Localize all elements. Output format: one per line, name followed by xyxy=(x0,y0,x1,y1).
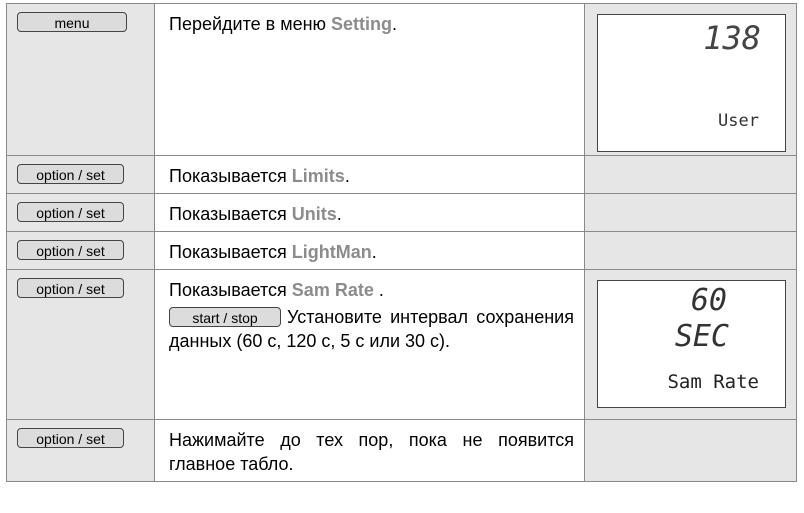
option-set-button[interactable]: option / set xyxy=(17,240,124,260)
display-cell: 138 User xyxy=(584,3,797,156)
display-cell: 60 SEC Sam Rate xyxy=(584,269,797,420)
menu-name: LightMan xyxy=(291,242,372,262)
menu-button[interactable]: menu xyxy=(17,12,127,32)
menu-name: Limits xyxy=(291,166,345,186)
lcd-label: Sam Rate xyxy=(667,371,759,393)
table-row: option / set Показывается LightMan. xyxy=(6,231,797,270)
key-cell: option / set xyxy=(6,193,155,232)
instruction-cell: Показывается Units. xyxy=(154,193,585,232)
lcd-unit: SEC xyxy=(674,319,729,354)
menu-name: Sam Rate xyxy=(291,280,374,300)
instruction-cell: Показывается Limits. xyxy=(154,155,585,194)
key-cell: option / set xyxy=(6,155,155,194)
option-set-button[interactable]: option / set xyxy=(17,164,124,184)
display-cell xyxy=(584,193,797,232)
lcd-label: User xyxy=(718,111,759,131)
instruction-cell: Перейдите в меню Setting. xyxy=(154,3,585,156)
instruction-cell: Показывается Sam Rate . start / stop Уста… xyxy=(154,269,585,420)
instruction-table: menu Перейдите в меню Setting. 138 User … xyxy=(6,3,797,482)
option-set-button[interactable]: option / set xyxy=(17,202,124,222)
start-stop-button[interactable]: start / stop xyxy=(169,307,281,327)
key-cell: option / set xyxy=(6,419,155,482)
lcd-value: 60 xyxy=(690,283,727,318)
key-cell: option / set xyxy=(6,269,155,420)
menu-name: Units xyxy=(291,204,337,224)
table-row: menu Перейдите в меню Setting. 138 User xyxy=(6,3,797,156)
menu-name: Setting xyxy=(331,14,393,34)
key-cell: menu xyxy=(6,3,155,156)
option-set-button[interactable]: option / set xyxy=(17,278,124,298)
instruction-text: Нажимайте до тех пор, пока не появится г… xyxy=(169,430,574,474)
display-cell xyxy=(584,155,797,194)
display-cell xyxy=(584,231,797,270)
lcd-display: 138 User xyxy=(597,14,786,152)
table-row: option / set Показывается Units. xyxy=(6,193,797,232)
table-row: option / set Показывается Sam Rate . sta… xyxy=(6,269,797,420)
display-cell xyxy=(584,419,797,482)
table-row: option / set Нажимайте до тех пор, пока … xyxy=(6,419,797,482)
key-cell: option / set xyxy=(6,231,155,270)
table-row: option / set Показывается Limits. xyxy=(6,155,797,194)
lcd-display: 60 SEC Sam Rate xyxy=(597,280,786,408)
instruction-cell: Нажимайте до тех пор, пока не появится г… xyxy=(154,419,585,482)
option-set-button[interactable]: option / set xyxy=(17,428,124,448)
instruction-text: Перейдите в меню xyxy=(169,14,332,34)
lcd-value: 138 xyxy=(703,19,761,57)
instruction-cell: Показывается LightMan. xyxy=(154,231,585,270)
